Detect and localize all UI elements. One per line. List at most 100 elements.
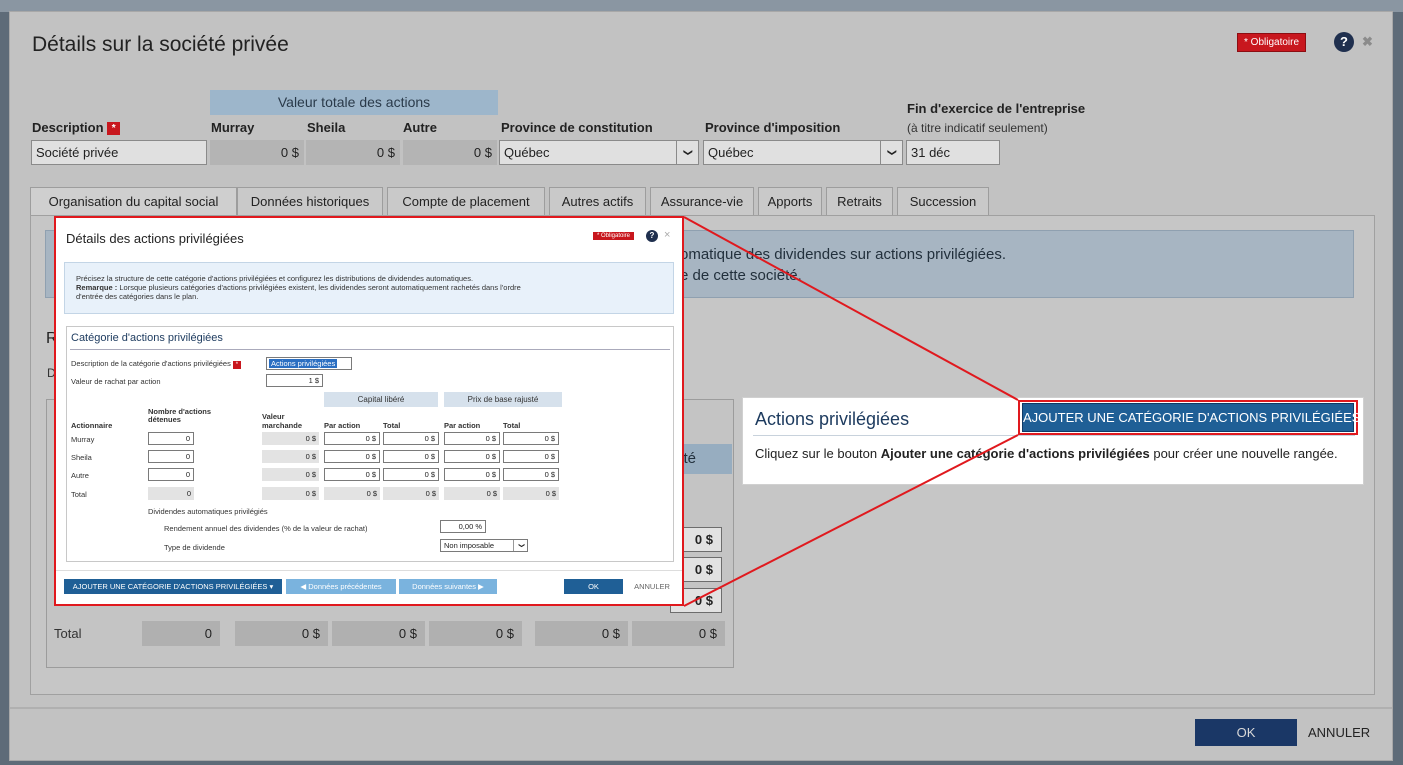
inset-col-valeur-2: marchande xyxy=(262,421,303,430)
arrow-left-icon: ◀ xyxy=(300,582,307,591)
required-marker-icon: * xyxy=(107,122,121,136)
inset-desc-label: Description de la catégorie d'actions pr… xyxy=(71,359,241,369)
province-imposition-label: Province d'imposition xyxy=(705,120,841,135)
tab-apports[interactable]: Apports xyxy=(758,187,822,215)
sheila-value: 0 $ xyxy=(306,140,400,165)
total-cell: 0 $ xyxy=(429,621,522,646)
autre-label: Autre xyxy=(403,120,437,135)
tab-organisation[interactable]: Organisation du capital social xyxy=(30,187,237,217)
tab-retraits[interactable]: Retraits xyxy=(826,187,893,215)
tab-succession[interactable]: Succession xyxy=(897,187,989,215)
inset-valeur-cell: 0 $ xyxy=(262,468,319,481)
inset-close-icon[interactable]: × xyxy=(664,229,670,241)
inset-cl-total-input[interactable]: 0 $ xyxy=(383,468,439,481)
inset-pb-total-input[interactable]: 0 $ xyxy=(503,468,559,481)
tab-donnees-historiques[interactable]: Données historiques xyxy=(237,187,383,215)
help-icon[interactable]: ? xyxy=(1334,32,1354,52)
province-imposition-select[interactable]: Québec ❯ xyxy=(703,140,903,165)
inset-next-button[interactable]: Données suivantes ▶ xyxy=(399,579,497,594)
inset-nombre-input[interactable]: 0 xyxy=(148,432,194,445)
dialog-title: Détails sur la société privée xyxy=(32,33,289,56)
inset-pb-total-input[interactable]: 0 $ xyxy=(503,450,559,463)
inset-nombre-input[interactable]: 0 xyxy=(148,468,194,481)
cancel-button[interactable]: ANNULER xyxy=(1308,725,1370,740)
chevron-down-icon: ❯ xyxy=(513,540,527,551)
inset-prix-base-header: Prix de base rajusté xyxy=(444,392,562,407)
inset-col-actionnaire: Actionnaire xyxy=(71,421,113,430)
inset-row-label: Total xyxy=(71,490,87,499)
zoomed-preferred-shares-dialog: Détails des actions privilégiées * Oblig… xyxy=(54,216,684,606)
inset-category-divider xyxy=(70,349,670,350)
card-divider xyxy=(753,435,1355,436)
inset-rachat-input[interactable]: 1 $ xyxy=(266,374,323,387)
caret-down-icon: ▾ xyxy=(269,582,274,591)
info-line-1: omatique des dividendes sur actions priv… xyxy=(680,246,1007,263)
inset-rendement-label: Rendement annuel des dividendes (% de la… xyxy=(164,524,368,533)
inset-cl-par-action-input[interactable]: 0 $ xyxy=(324,450,380,463)
inset-pb-total-input[interactable]: 0 $ xyxy=(503,432,559,445)
info-line-2: e de cette société. xyxy=(680,267,802,284)
inset-total-cell: 0 $ xyxy=(324,487,380,500)
inset-ok-button[interactable]: OK xyxy=(564,579,623,594)
close-icon[interactable]: ✖ xyxy=(1362,34,1373,50)
province-constitution-select[interactable]: Québec ❯ xyxy=(499,140,699,165)
inset-total-cell: 0 $ xyxy=(262,487,319,500)
arrow-right-icon: ▶ xyxy=(478,582,484,591)
inset-note-line-2: Remarque : Lorsque plusieurs catégories … xyxy=(76,283,521,292)
inset-cancel-button[interactable]: ANNULER xyxy=(629,579,675,594)
tab-autres-actifs[interactable]: Autres actifs xyxy=(549,187,646,215)
inset-help-icon[interactable]: ? xyxy=(646,230,658,242)
card-instructions: Cliquez sur le bouton Ajouter une catégo… xyxy=(755,446,1338,461)
murray-value: 0 $ xyxy=(210,140,304,165)
sheila-label: Sheila xyxy=(307,120,346,135)
inset-col-pb-par-action: Par action xyxy=(444,421,481,430)
inset-desc-input[interactable]: Actions privilégiées xyxy=(266,357,352,370)
inset-col-pb-total: Total xyxy=(503,421,521,430)
total-label: Total xyxy=(54,626,82,641)
inset-pb-par-action-input[interactable]: 0 $ xyxy=(444,468,500,481)
fin-exercice-label: Fin d'exercice de l'entreprise xyxy=(907,101,1086,116)
chevron-down-icon: ❯ xyxy=(880,141,902,164)
inset-valeur-cell: 0 $ xyxy=(262,432,319,445)
inset-note-line-3: d'entrée des catégories dans le plan. xyxy=(76,292,199,301)
required-marker-icon: * xyxy=(232,361,241,369)
inset-col-valeur-1: Valeur xyxy=(262,412,285,421)
description-field[interactable]: Société privée xyxy=(31,140,207,165)
inset-div-auto-label: Dividendes automatiques privilégiés xyxy=(148,507,268,516)
inset-pb-par-action-input[interactable]: 0 $ xyxy=(444,450,500,463)
inset-cl-par-action-input[interactable]: 0 $ xyxy=(324,432,380,445)
inset-cl-total-input[interactable]: 0 $ xyxy=(383,432,439,445)
inset-note-line-1: Précisez la structure de cette catégorie… xyxy=(76,274,474,283)
inset-rendement-input[interactable]: 0,00 % xyxy=(440,520,486,533)
inset-nombre-input[interactable]: 0 xyxy=(148,450,194,463)
inset-add-category-button[interactable]: AJOUTER UNE CATÉGORIE D'ACTIONS PRIVILÉG… xyxy=(64,579,282,594)
inset-prev-button[interactable]: ◀ Données précédentes xyxy=(286,579,396,594)
total-cell: 0 $ xyxy=(632,621,725,646)
inset-capital-libere-header: Capital libéré xyxy=(324,392,438,407)
autre-value: 0 $ xyxy=(403,140,497,165)
add-preferred-category-button[interactable]: AJOUTER UNE CATÉGORIE D'ACTIONS PRIVILÉG… xyxy=(1022,403,1360,432)
inset-cl-par-action-input[interactable]: 0 $ xyxy=(324,468,380,481)
inset-total-cell: 0 $ xyxy=(503,487,559,500)
valeur-totale-header: Valeur totale des actions xyxy=(210,90,498,115)
inset-category-title: Catégorie d'actions privilégiées xyxy=(71,332,223,344)
ok-button[interactable]: OK xyxy=(1195,719,1297,746)
inset-type-select[interactable]: Non imposable ❯ xyxy=(440,539,528,552)
murray-label: Murray xyxy=(211,120,255,135)
tab-assurance-vie[interactable]: Assurance-vie xyxy=(650,187,754,215)
chevron-down-icon: ❯ xyxy=(676,141,698,164)
fin-exercice-field[interactable]: 31 déc xyxy=(906,140,1000,165)
inset-row-label: Sheila xyxy=(71,453,92,462)
fin-exercice-sub: (à titre indicatif seulement) xyxy=(907,121,1048,135)
description-label: Description * xyxy=(32,120,121,136)
inset-row-label: Murray xyxy=(71,435,95,444)
total-cell: 0 xyxy=(142,621,220,646)
inset-total-cell: 0 $ xyxy=(383,487,439,500)
inset-valeur-cell: 0 $ xyxy=(262,450,319,463)
inset-cl-total-input[interactable]: 0 $ xyxy=(383,450,439,463)
tab-compte-placement[interactable]: Compte de placement xyxy=(387,187,545,215)
inset-pb-par-action-input[interactable]: 0 $ xyxy=(444,432,500,445)
inset-col-nombre-2: détenues xyxy=(148,415,181,424)
total-cell: 0 $ xyxy=(332,621,425,646)
inset-required-badge: * Obligatoire xyxy=(593,232,635,240)
